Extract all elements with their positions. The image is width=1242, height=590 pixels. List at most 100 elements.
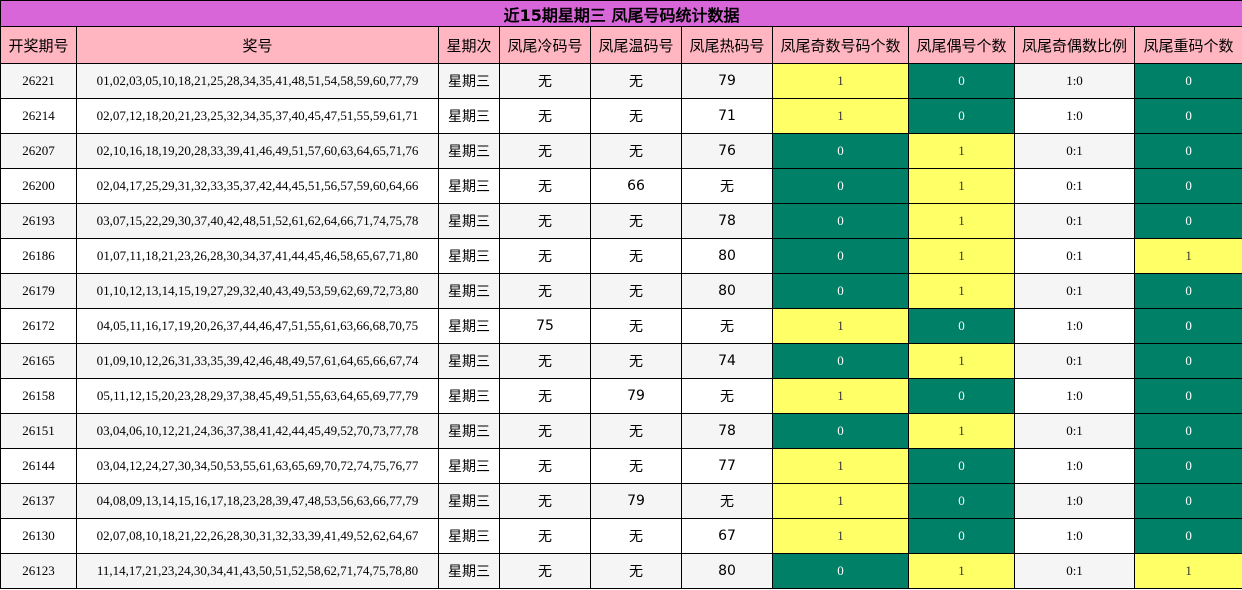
cell-cold: 无 bbox=[499, 553, 591, 589]
cell-hot: 77 bbox=[681, 448, 773, 484]
cell-even-count: 1 bbox=[908, 133, 1015, 169]
cell-odd-count: 0 bbox=[772, 553, 909, 589]
cell-cold: 无 bbox=[499, 413, 591, 449]
cell-hot: 74 bbox=[681, 343, 773, 379]
table-row: 26172 04,05,11,16,17,19,20,26,37,44,46,47… bbox=[0, 308, 1242, 344]
header-even-count: 凤尾偶号个数 bbox=[908, 26, 1015, 64]
cell-numbers: 02,07,12,18,20,21,23,25,32,34,35,37,40,4… bbox=[76, 98, 439, 134]
cell-ratio: 0:1 bbox=[1014, 273, 1135, 309]
header-numbers: 奖号 bbox=[76, 26, 439, 64]
cell-hot: 无 bbox=[681, 308, 773, 344]
cell-odd-count: 0 bbox=[772, 273, 909, 309]
cell-warm: 无 bbox=[590, 343, 682, 379]
cell-hot: 无 bbox=[681, 378, 773, 414]
cell-weekday: 星期三 bbox=[438, 63, 500, 99]
cell-warm: 无 bbox=[590, 413, 682, 449]
cell-odd-count: 0 bbox=[772, 238, 909, 274]
cell-even-count: 0 bbox=[908, 483, 1015, 519]
cell-odd-count: 1 bbox=[772, 308, 909, 344]
cell-weekday: 星期三 bbox=[438, 518, 500, 554]
cell-repeat: 0 bbox=[1133, 63, 1242, 99]
cell-repeat: 0 bbox=[1133, 343, 1242, 379]
cell-cold: 无 bbox=[499, 203, 591, 239]
cell-ratio: 0:1 bbox=[1014, 133, 1135, 169]
table-body: 26221 01,02,03,05,10,18,21,25,28,34,35,41… bbox=[0, 63, 1242, 589]
cell-numbers: 01,10,12,13,14,15,19,27,29,32,40,43,49,5… bbox=[76, 273, 439, 309]
header-odd-count: 凤尾奇数号码个数 bbox=[772, 26, 909, 64]
cell-weekday: 星期三 bbox=[438, 98, 500, 134]
cell-hot: 71 bbox=[681, 98, 773, 134]
cell-warm: 66 bbox=[590, 168, 682, 204]
cell-period: 26137 bbox=[0, 483, 77, 519]
cell-period: 26214 bbox=[0, 98, 77, 134]
cell-odd-count: 0 bbox=[772, 168, 909, 204]
cell-ratio: 1:0 bbox=[1014, 308, 1135, 344]
cell-hot: 76 bbox=[681, 133, 773, 169]
cell-ratio: 1:0 bbox=[1014, 63, 1135, 99]
cell-ratio: 0:1 bbox=[1014, 203, 1135, 239]
cell-repeat: 0 bbox=[1133, 133, 1242, 169]
cell-ratio: 0:1 bbox=[1014, 238, 1135, 274]
cell-period: 26144 bbox=[0, 448, 77, 484]
cell-hot: 80 bbox=[681, 273, 773, 309]
cell-cold: 无 bbox=[499, 378, 591, 414]
cell-odd-count: 1 bbox=[772, 98, 909, 134]
cell-even-count: 0 bbox=[908, 448, 1015, 484]
cell-repeat: 0 bbox=[1133, 273, 1242, 309]
table-title: 近15期星期三 凤尾号码统计数据 bbox=[0, 0, 1242, 27]
cell-ratio: 1:0 bbox=[1014, 98, 1135, 134]
cell-cold: 无 bbox=[499, 273, 591, 309]
header-row: 开奖期号 奖号 星期次 凤尾冷码号 凤尾温码号 凤尾热码号 凤尾奇数号码个数 凤… bbox=[0, 26, 1242, 64]
cell-ratio: 1:0 bbox=[1014, 448, 1135, 484]
cell-ratio: 1:0 bbox=[1014, 518, 1135, 554]
cell-warm: 无 bbox=[590, 238, 682, 274]
header-ratio: 凤尾奇偶数比例 bbox=[1014, 26, 1135, 64]
cell-even-count: 0 bbox=[908, 98, 1015, 134]
cell-even-count: 0 bbox=[908, 308, 1015, 344]
cell-numbers: 02,10,16,18,19,20,28,33,39,41,46,49,51,5… bbox=[76, 133, 439, 169]
cell-weekday: 星期三 bbox=[438, 343, 500, 379]
cell-even-count: 0 bbox=[908, 378, 1015, 414]
table-row: 26186 01,07,11,18,21,23,26,28,30,34,37,41… bbox=[0, 238, 1242, 274]
cell-hot: 79 bbox=[681, 63, 773, 99]
cell-period: 26123 bbox=[0, 553, 77, 589]
cell-even-count: 0 bbox=[908, 63, 1015, 99]
cell-odd-count: 1 bbox=[772, 63, 909, 99]
title-row: 近15期星期三 凤尾号码统计数据 bbox=[0, 0, 1242, 27]
cell-warm: 79 bbox=[590, 378, 682, 414]
cell-even-count: 1 bbox=[908, 203, 1015, 239]
cell-hot: 78 bbox=[681, 203, 773, 239]
cell-ratio: 1:0 bbox=[1014, 483, 1135, 519]
cell-odd-count: 0 bbox=[772, 133, 909, 169]
cell-weekday: 星期三 bbox=[438, 308, 500, 344]
cell-cold: 无 bbox=[499, 63, 591, 99]
header-cold: 凤尾冷码号 bbox=[499, 26, 591, 64]
cell-odd-count: 0 bbox=[772, 203, 909, 239]
header-repeat: 凤尾重码个数 bbox=[1133, 26, 1242, 64]
cell-warm: 无 bbox=[590, 63, 682, 99]
cell-ratio: 0:1 bbox=[1014, 413, 1135, 449]
cell-repeat: 0 bbox=[1133, 483, 1242, 519]
cell-ratio: 1:0 bbox=[1014, 378, 1135, 414]
cell-weekday: 星期三 bbox=[438, 553, 500, 589]
cell-warm: 无 bbox=[590, 273, 682, 309]
cell-weekday: 星期三 bbox=[438, 203, 500, 239]
cell-weekday: 星期三 bbox=[438, 133, 500, 169]
cell-even-count: 1 bbox=[908, 273, 1015, 309]
stats-table: 近15期星期三 凤尾号码统计数据 开奖期号 奖号 星期次 凤尾冷码号 凤尾温码号… bbox=[0, 0, 1242, 589]
cell-period: 26186 bbox=[0, 238, 77, 274]
cell-period: 26165 bbox=[0, 343, 77, 379]
cell-repeat: 0 bbox=[1133, 518, 1242, 554]
cell-even-count: 1 bbox=[908, 413, 1015, 449]
cell-repeat: 1 bbox=[1133, 553, 1242, 589]
cell-hot: 67 bbox=[681, 518, 773, 554]
cell-warm: 79 bbox=[590, 483, 682, 519]
cell-numbers: 11,14,17,21,23,24,30,34,41,43,50,51,52,5… bbox=[76, 553, 439, 589]
cell-warm: 无 bbox=[590, 203, 682, 239]
cell-warm: 无 bbox=[590, 98, 682, 134]
cell-even-count: 1 bbox=[908, 553, 1015, 589]
table-row: 26123 11,14,17,21,23,24,30,34,41,43,50,51… bbox=[0, 553, 1242, 589]
cell-period: 26158 bbox=[0, 378, 77, 414]
cell-period: 26151 bbox=[0, 413, 77, 449]
cell-odd-count: 0 bbox=[772, 413, 909, 449]
